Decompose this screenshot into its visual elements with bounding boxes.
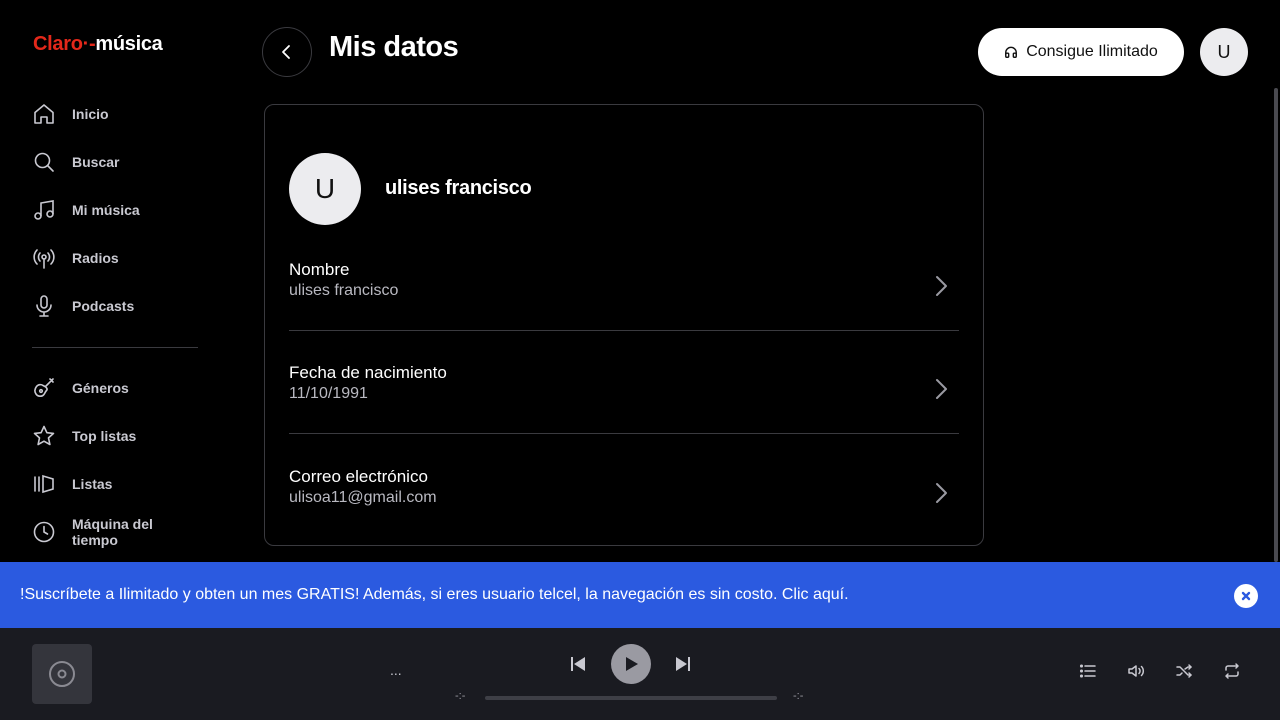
previous-button[interactable] [566, 652, 590, 676]
logo-claro-text: Claro [33, 33, 83, 55]
sidebar-item-label: Listas [72, 476, 113, 492]
guitar-icon [34, 378, 54, 397]
back-button[interactable] [262, 27, 312, 77]
radio-icon [33, 249, 55, 269]
page-title: Mis datos [329, 31, 459, 63]
sidebar-item-listas[interactable]: Listas [32, 460, 202, 508]
microphone-icon [36, 295, 52, 317]
sidebar-item-generos[interactable]: Géneros [32, 364, 202, 412]
player-bar: ... -:- -:- [0, 628, 1280, 720]
field-nombre[interactable]: Nombre ulises francisco [289, 260, 959, 320]
sidebar-item-buscar[interactable]: Buscar [32, 138, 202, 186]
subscription-banner[interactable]: !Suscríbete a Ilimitado y obten un mes G… [0, 562, 1280, 628]
get-unlimited-label: Consigue Ilimitado [1026, 43, 1158, 60]
field-label: Nombre [289, 260, 350, 279]
profile-name: ulises francisco [385, 177, 532, 199]
sidebar-item-label: Mi música [72, 202, 140, 218]
logo-mark: ·- [82, 33, 96, 55]
sidebar-item-podcasts[interactable]: Podcasts [32, 282, 202, 330]
track-title: ... [390, 662, 402, 678]
playlist-icon [34, 474, 54, 494]
field-fecha-de-nacimiento[interactable]: Fecha de nacimiento 11/10/1991 [289, 363, 959, 423]
play-icon [626, 657, 638, 671]
sidebar-item-label: Podcasts [72, 298, 135, 314]
get-unlimited-button[interactable]: Consigue Ilimitado [978, 28, 1184, 76]
disc-icon [49, 661, 75, 687]
field-divider [289, 330, 959, 331]
next-button[interactable] [671, 652, 695, 676]
banner-close-button[interactable] [1234, 584, 1258, 608]
sidebar-nav: Inicio Buscar Mi música Radios Podcasts [32, 90, 202, 556]
page-scrollbar[interactable] [1274, 88, 1278, 562]
banner-text: !Suscríbete a Ilimitado y obten un mes G… [20, 586, 849, 603]
field-label: Correo electrónico [289, 467, 428, 486]
time-total: -:- [793, 690, 804, 702]
chevron-right-icon [936, 483, 947, 503]
sidebar-item-top-listas[interactable]: Top listas [32, 412, 202, 460]
sidebar-item-mi-musica[interactable]: Mi música [32, 186, 202, 234]
sidebar-item-label: Radios [72, 250, 119, 266]
logo-musica-text: música [95, 33, 163, 55]
field-value: ulises francisco [289, 282, 399, 299]
star-icon [33, 425, 55, 446]
sidebar-divider [32, 347, 198, 348]
sidebar-item-maquina-del-tiempo[interactable]: Máquina del tiempo [32, 508, 202, 556]
app-root: Claro·-música Inicio Buscar Mi música Ra… [0, 0, 1280, 720]
close-icon [1241, 591, 1251, 601]
sidebar-item-label: Inicio [72, 106, 109, 122]
search-icon [34, 152, 54, 172]
profile-card: U ulises francisco Nombre ulises francis… [264, 104, 984, 546]
skip-next-icon [676, 657, 690, 671]
claro-musica-logo[interactable]: Claro·-música [33, 33, 163, 56]
chevron-right-icon [936, 379, 947, 399]
chevron-right-icon [936, 276, 947, 296]
sidebar: Claro·-música Inicio Buscar Mi música Ra… [0, 0, 230, 562]
headphones-icon [1005, 46, 1018, 58]
sidebar-item-radios[interactable]: Radios [32, 234, 202, 282]
sidebar-item-label: Buscar [72, 154, 120, 170]
progress-bar[interactable] [485, 696, 777, 700]
chevron-left-icon [282, 45, 290, 59]
repeat-icon[interactable] [1223, 662, 1241, 680]
profile-avatar: U [289, 153, 361, 225]
sidebar-item-label: Géneros [72, 380, 129, 396]
field-divider [289, 433, 959, 434]
volume-icon[interactable] [1127, 662, 1145, 680]
sidebar-item-inicio[interactable]: Inicio [32, 90, 202, 138]
field-value: 11/10/1991 [289, 385, 368, 402]
skip-previous-icon [571, 657, 585, 671]
home-icon [34, 104, 54, 124]
music-note-icon [34, 200, 54, 220]
shuffle-icon[interactable] [1175, 662, 1193, 680]
sidebar-item-label: Máquina del tiempo [72, 516, 153, 548]
field-value: ulisoa11@gmail.com [289, 489, 437, 506]
sidebar-item-label: Top listas [72, 428, 137, 444]
queue-icon[interactable] [1079, 662, 1097, 680]
user-avatar-button[interactable]: U [1200, 28, 1248, 76]
field-correo-electronico[interactable]: Correo electrónico ulisoa11@gmail.com [289, 467, 959, 527]
clock-icon [33, 521, 55, 543]
play-button[interactable] [611, 644, 651, 684]
time-elapsed: -:- [455, 690, 466, 702]
album-cover[interactable] [32, 644, 92, 704]
field-label: Fecha de nacimiento [289, 363, 447, 382]
